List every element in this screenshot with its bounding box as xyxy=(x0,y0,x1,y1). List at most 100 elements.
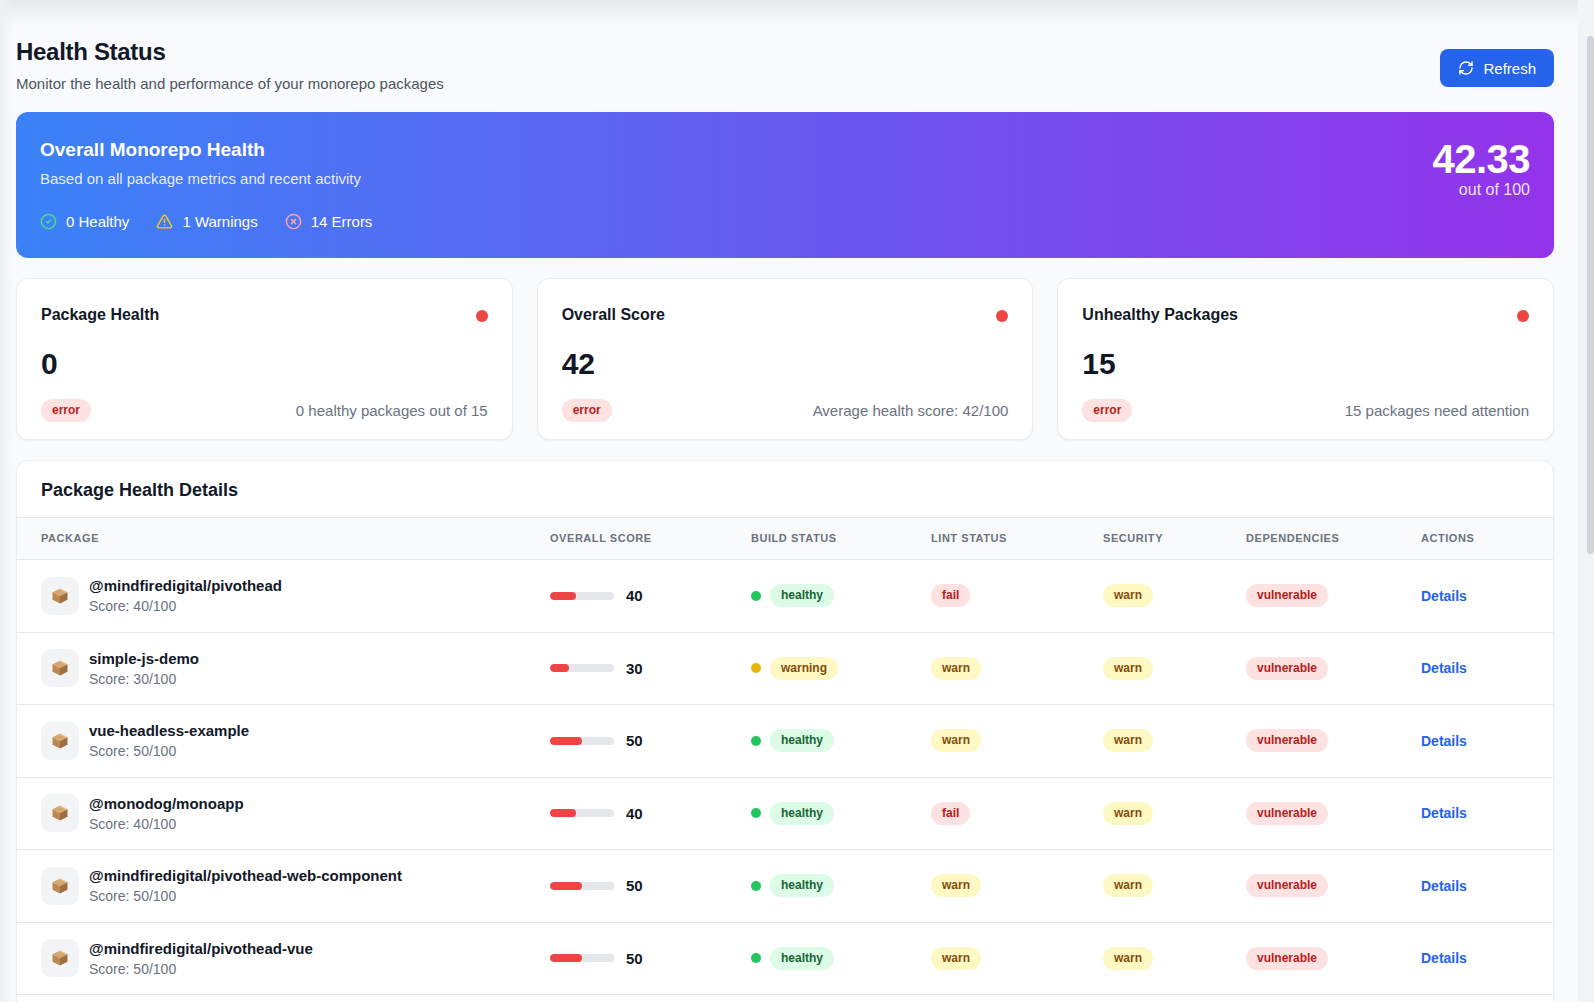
package-name: simple-js-demo xyxy=(89,649,199,668)
build-status-dot-icon xyxy=(751,953,761,963)
build-status-badge: healthy xyxy=(770,584,834,607)
dependencies-badge: vulnerable xyxy=(1246,874,1328,897)
package-icon xyxy=(41,939,79,977)
build-status-dot-icon xyxy=(751,881,761,891)
score-progress-bar xyxy=(550,882,614,890)
summary-card-value: 15 xyxy=(1082,347,1529,381)
package-name: vue-headless-example xyxy=(89,721,249,740)
score-value: 50 xyxy=(626,950,643,967)
score-value: 50 xyxy=(626,732,643,749)
column-header: Lint Status xyxy=(931,532,1103,545)
dependencies-badge: vulnerable xyxy=(1246,802,1328,825)
package-name: @mindfiredigital/pivothead-vue xyxy=(89,939,313,958)
details-link[interactable]: Details xyxy=(1421,588,1467,604)
status-dot-icon xyxy=(1517,310,1529,322)
summary-card-title: Unhealthy Packages xyxy=(1082,305,1529,325)
table-row: @mindfiredigital/pivothead-vue Score: 50… xyxy=(17,923,1553,996)
build-status-dot-icon xyxy=(751,591,761,601)
summary-card-note: Average health score: 42/100 xyxy=(813,402,1009,419)
package-icon xyxy=(41,577,79,615)
overall-score-caption: out of 100 xyxy=(1432,181,1530,199)
score-progress-bar xyxy=(550,954,614,962)
summary-card-title: Package Health xyxy=(41,305,488,325)
details-link[interactable]: Details xyxy=(1421,878,1467,894)
build-status-dot-icon xyxy=(751,663,761,673)
table-row: simple-js-demo Score: 30/100 30 warning … xyxy=(17,633,1553,706)
table-row: @mindfiredigital/pivothead-web-component… xyxy=(17,850,1553,923)
lint-status-badge: fail xyxy=(931,802,970,825)
overall-score-value: 42.33 xyxy=(1432,138,1530,180)
table-row: @mindfiredigital/pivothead Score: 40/100… xyxy=(17,560,1553,633)
column-header: Actions xyxy=(1421,532,1531,545)
package-icon xyxy=(41,794,79,832)
package-icon xyxy=(41,867,79,905)
column-header: Build Status xyxy=(751,532,931,545)
package-icon xyxy=(41,649,79,687)
package-score-label: Score: 40/100 xyxy=(89,815,244,833)
security-badge: warn xyxy=(1103,584,1153,607)
column-header: Security xyxy=(1103,532,1246,545)
page-title: Health Status xyxy=(16,40,1554,64)
table-header-row: PackageOverall ScoreBuild StatusLint Sta… xyxy=(17,518,1553,560)
lint-status-badge: warn xyxy=(931,874,981,897)
security-badge: warn xyxy=(1103,657,1153,680)
package-score-label: Score: 30/100 xyxy=(89,670,199,688)
score-value: 40 xyxy=(626,587,643,604)
scrollbar-thumb[interactable] xyxy=(1587,36,1594,554)
status-badge: error xyxy=(41,399,91,422)
dependencies-badge: vulnerable xyxy=(1246,729,1328,752)
status-badge: error xyxy=(562,399,612,422)
scrollbar[interactable] xyxy=(1578,0,1594,1002)
details-link[interactable]: Details xyxy=(1421,950,1467,966)
left-shadow xyxy=(0,0,14,1002)
lint-status-badge: fail xyxy=(931,584,970,607)
build-status-badge: healthy xyxy=(770,729,834,752)
details-link[interactable]: Details xyxy=(1421,660,1467,676)
banner-stat-label: 0 Healthy xyxy=(66,213,129,230)
package-score-label: Score: 50/100 xyxy=(89,887,402,905)
package-name: @mindfiredigital/pivothead xyxy=(89,576,282,595)
package-score-label: Score: 40/100 xyxy=(89,597,282,615)
refresh-icon xyxy=(1458,60,1474,76)
check-circle-icon xyxy=(40,213,57,230)
status-badge: error xyxy=(1082,399,1132,422)
package-score-label: Score: 50/100 xyxy=(89,960,313,978)
summary-card-value: 42 xyxy=(562,347,1009,381)
summary-card-title: Overall Score xyxy=(562,305,1009,325)
score-progress-bar xyxy=(550,737,614,745)
details-link[interactable]: Details xyxy=(1421,805,1467,821)
package-icon xyxy=(41,722,79,760)
alert-triangle-icon xyxy=(156,213,173,230)
score-value: 40 xyxy=(626,805,643,822)
summary-card-value: 0 xyxy=(41,347,488,381)
security-badge: warn xyxy=(1103,802,1153,825)
summary-card: Unhealthy Packages 15 error 15 packages … xyxy=(1057,278,1554,440)
build-status-badge: healthy xyxy=(770,947,834,970)
banner-stat-label: 1 Warnings xyxy=(182,213,257,230)
details-link[interactable]: Details xyxy=(1421,733,1467,749)
refresh-label: Refresh xyxy=(1483,60,1536,77)
banner-subtitle: Based on all package metrics and recent … xyxy=(40,170,1530,188)
score-progress-bar xyxy=(550,592,614,600)
package-score-label: Score: 50/100 xyxy=(89,742,249,760)
score-progress-bar xyxy=(550,664,614,672)
banner-stat-label: 14 Errors xyxy=(311,213,373,230)
summary-card-note: 15 packages need attention xyxy=(1345,402,1529,419)
build-status-badge: healthy xyxy=(770,802,834,825)
table-row: vue-headless-example Score: 50/100 50 he… xyxy=(17,705,1553,778)
column-header: Dependencies xyxy=(1246,532,1421,545)
package-health-details-card: Package Health Details PackageOverall Sc… xyxy=(16,460,1554,1002)
build-status-dot-icon xyxy=(751,736,761,746)
x-circle-icon xyxy=(285,213,302,230)
score-value: 50 xyxy=(626,877,643,894)
column-header: Package xyxy=(41,532,550,545)
refresh-button[interactable]: Refresh xyxy=(1440,49,1554,87)
summary-card: Overall Score 42 error Average health sc… xyxy=(537,278,1034,440)
banner-title: Overall Monorepo Health xyxy=(40,139,1530,161)
build-status-badge: healthy xyxy=(770,874,834,897)
dependencies-badge: vulnerable xyxy=(1246,584,1328,607)
summary-card-note: 0 healthy packages out of 15 xyxy=(296,402,488,419)
security-badge: warn xyxy=(1103,874,1153,897)
status-dot-icon xyxy=(476,310,488,322)
score-progress-bar xyxy=(550,809,614,817)
